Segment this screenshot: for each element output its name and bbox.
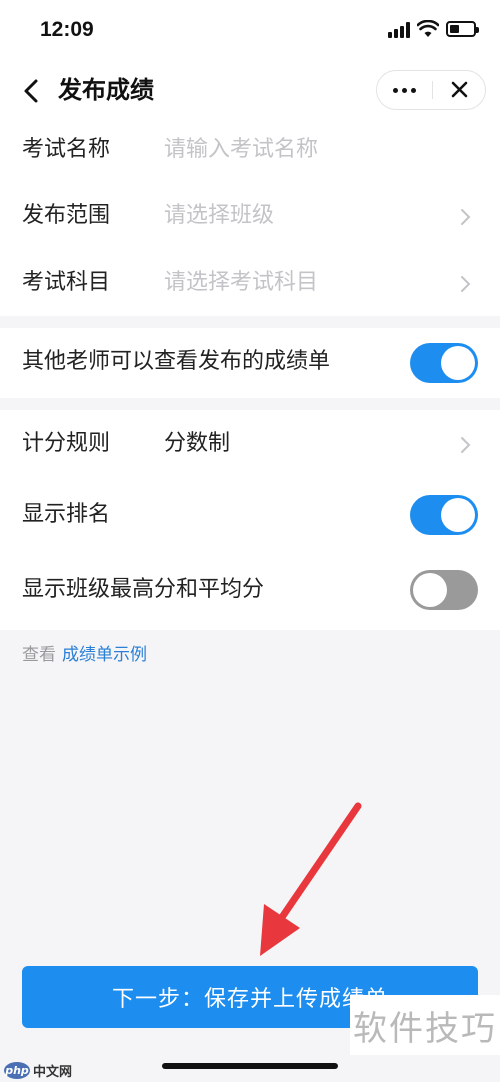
- exam-name-input[interactable]: 请输入考试名称: [164, 134, 318, 166]
- visibility-section: 其他老师可以查看发布的成绩单: [0, 328, 500, 398]
- more-options-button[interactable]: [377, 71, 432, 109]
- example-hint-prefix: 查看: [22, 645, 56, 665]
- publish-scope-select[interactable]: 请选择班级: [164, 200, 274, 232]
- example-link[interactable]: 成绩单示例: [62, 645, 147, 665]
- back-arrow-icon[interactable]: [18, 76, 46, 106]
- watermark-site-text: 中文网: [33, 1064, 73, 1080]
- toggle-knob: [441, 498, 475, 532]
- annotation-arrow-icon: [260, 802, 362, 956]
- show-rank-label: 显示排名: [22, 502, 111, 527]
- exam-subject-label: 考试科目: [22, 270, 111, 295]
- show-rank-toggle[interactable]: [410, 495, 478, 535]
- teacher-visibility-toggle[interactable]: [410, 343, 478, 383]
- chevron-right-icon: [461, 209, 471, 225]
- exam-info-section: 考试名称 请输入考试名称 发布范围 请选择班级 考试科目 请选择考试科目: [0, 120, 500, 316]
- wifi-icon: [417, 20, 439, 37]
- navigation-bar: 发布成绩: [0, 62, 500, 120]
- show-class-stats-label: 显示班级最高分和平均分: [22, 577, 265, 602]
- display-settings-section: 计分规则 分数制 显示排名 显示班级最高分和平均分: [0, 410, 500, 630]
- toggle-knob: [413, 573, 447, 607]
- cellular-signal-icon: [388, 22, 410, 38]
- chevron-right-icon: [461, 437, 471, 453]
- more-dot-icon: [411, 87, 416, 93]
- exam-name-row[interactable]: 考试名称 请输入考试名称: [0, 122, 500, 178]
- publish-scope-label: 发布范围: [22, 203, 111, 228]
- watermark-php-site: php 中文网: [4, 1060, 72, 1080]
- exam-subject-select[interactable]: 请选择考试科目: [164, 267, 318, 299]
- scoring-rule-value: 分数制: [164, 431, 231, 456]
- chevron-right-icon: [461, 276, 471, 292]
- exam-subject-row[interactable]: 考试科目 请选择考试科目: [0, 255, 500, 311]
- status-time: 12:09: [40, 18, 94, 41]
- scoring-rule-row[interactable]: 计分规则 分数制: [0, 416, 500, 472]
- page-title: 发布成绩: [58, 76, 154, 104]
- mini-program-capsule: [376, 70, 486, 110]
- battery-icon: [446, 21, 479, 37]
- scoring-rule-label: 计分规则: [22, 431, 111, 456]
- more-dot-icon: [402, 87, 407, 93]
- home-indicator: [162, 1063, 338, 1069]
- close-icon[interactable]: [433, 71, 486, 109]
- more-dot-icon: [393, 87, 398, 93]
- example-hint: 查看 成绩单示例: [22, 640, 147, 665]
- toggle-knob: [441, 346, 475, 380]
- watermark-software-tips: 软件技巧: [350, 995, 500, 1055]
- php-logo: php: [4, 1061, 30, 1079]
- teacher-visibility-label: 其他老师可以查看发布的成绩单: [22, 349, 331, 374]
- publish-scope-row[interactable]: 发布范围 请选择班级: [0, 188, 500, 244]
- exam-name-label: 考试名称: [22, 137, 111, 162]
- show-class-stats-toggle[interactable]: [410, 570, 478, 610]
- status-bar: 12:09: [0, 0, 500, 62]
